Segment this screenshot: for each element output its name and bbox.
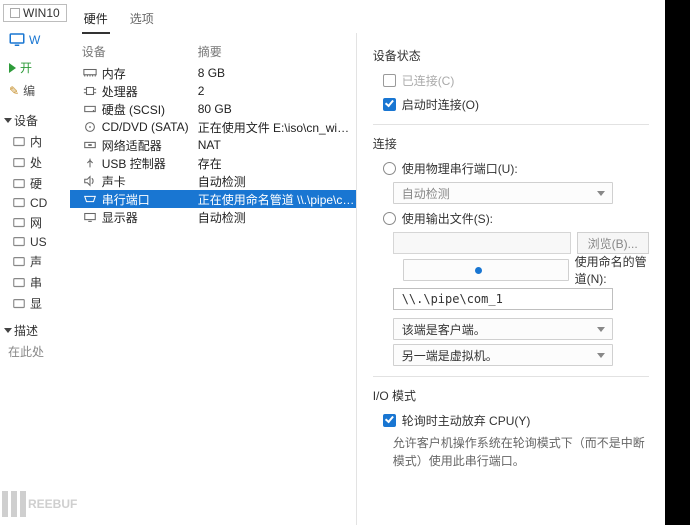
- chevron-down-icon: [597, 353, 605, 358]
- checkbox-icon: [383, 74, 396, 87]
- description-section-label: 描述: [14, 322, 38, 339]
- nav-device-item[interactable]: 声: [0, 251, 70, 272]
- pipe-other-end-select[interactable]: 另一端是虚拟机。: [393, 344, 613, 366]
- radio-icon: [383, 162, 396, 175]
- disk-icon: [82, 102, 98, 116]
- connected-checkbox: 已连接(C): [383, 70, 649, 90]
- yield-cpu-checkbox[interactable]: 轮询时主动放弃 CPU(Y): [383, 410, 649, 430]
- io-mode-title: I/O 模式: [373, 387, 649, 404]
- radio-icon: [383, 212, 396, 225]
- sound-icon: [82, 174, 98, 188]
- serial-icon: [82, 192, 98, 206]
- nav-device-item[interactable]: 内: [0, 131, 70, 152]
- memory-icon: [82, 66, 98, 80]
- display-icon: [82, 210, 98, 224]
- nav-device-item[interactable]: 硬: [0, 173, 70, 194]
- devices-section-header[interactable]: 设备: [0, 110, 70, 131]
- pipe-path-input[interactable]: [393, 288, 613, 310]
- net-icon: [82, 138, 98, 152]
- console-black-area: [665, 0, 690, 525]
- nav-device-item[interactable]: 处: [0, 152, 70, 173]
- monitor-icon: [8, 31, 26, 49]
- settings-dialog: 硬件 选项 设备 摘要 内存8 GB处理器2硬盘 (SCSI)80 GBCD/D…: [70, 0, 665, 525]
- pencil-icon: ✎: [9, 84, 19, 98]
- use-named-pipe-radio[interactable]: 使用命名的管道(N):: [383, 260, 649, 280]
- vm-outer-tab-label: WIN10: [23, 6, 60, 20]
- cpu-icon: [82, 84, 98, 98]
- edit-settings-action[interactable]: ✎ 编: [3, 79, 67, 102]
- tab-glyph-icon: [10, 8, 20, 18]
- checkbox-checked-icon: [383, 98, 396, 111]
- checkbox-checked-icon: [383, 414, 396, 427]
- app-left-strip: WIN10 W 开 ✎ 编 设备 内处硬CD网US声串显: [0, 0, 70, 525]
- usb-icon: [82, 156, 98, 170]
- nav-device-item[interactable]: CD: [0, 194, 70, 212]
- edit-settings-label: 编: [23, 82, 35, 99]
- device-row[interactable]: 声卡自动检测: [70, 172, 356, 190]
- power-on-label: 开: [20, 59, 32, 76]
- browse-button: 浏览(B)...: [577, 232, 649, 254]
- nav-device-item[interactable]: 网: [0, 212, 70, 233]
- vm-inner-tab[interactable]: W: [4, 28, 44, 52]
- device-row[interactable]: 串行端口正在使用命名管道 \\.\pipe\co...: [70, 190, 356, 208]
- caret-down-icon: [4, 118, 12, 123]
- devices-section-label: 设备: [14, 112, 38, 129]
- use-physical-radio[interactable]: 使用物理串行端口(U):: [383, 158, 649, 178]
- cd-icon: [82, 120, 98, 134]
- nav-device-item[interactable]: US: [0, 233, 70, 251]
- device-row[interactable]: USB 控制器存在: [70, 154, 356, 172]
- caret-down-icon: [4, 328, 12, 333]
- use-output-file-radio[interactable]: 使用输出文件(S):: [383, 208, 649, 228]
- nav-device-item[interactable]: 显: [0, 293, 70, 314]
- pipe-end-select[interactable]: 该端是客户端。: [393, 318, 613, 340]
- device-row[interactable]: 网络适配器NAT: [70, 136, 356, 154]
- tab-hardware[interactable]: 硬件: [82, 6, 110, 33]
- col-device: 设备: [82, 43, 198, 60]
- play-icon: [9, 63, 16, 73]
- vm-outer-tab[interactable]: WIN10: [3, 4, 67, 22]
- nav-device-item[interactable]: 串: [0, 272, 70, 293]
- device-row[interactable]: CD/DVD (SATA)正在使用文件 E:\iso\cn_wind...: [70, 118, 356, 136]
- description-section-header[interactable]: 描述: [0, 320, 70, 341]
- device-status-title: 设备状态: [373, 47, 649, 64]
- device-row[interactable]: 内存8 GB: [70, 64, 356, 82]
- physical-port-select: 自动检测: [393, 182, 613, 204]
- device-row[interactable]: 处理器2: [70, 82, 356, 100]
- connect-at-poweron-checkbox[interactable]: 启动时连接(O): [383, 94, 649, 114]
- yield-cpu-help: 允许客户机操作系统在轮询模式下（而不是中断模式）使用此串行端口。: [393, 434, 649, 470]
- chevron-down-icon: [597, 327, 605, 332]
- col-summary: 摘要: [198, 43, 222, 60]
- power-on-action[interactable]: 开: [3, 56, 67, 79]
- device-row[interactable]: 显示器自动检测: [70, 208, 356, 226]
- device-settings-panel: 设备状态 已连接(C) 启动时连接(O) 连接 使用物理串行端口(U): 自动检…: [356, 33, 665, 525]
- tab-options[interactable]: 选项: [128, 6, 156, 33]
- chevron-down-icon: [597, 191, 605, 196]
- output-file-field: [393, 232, 571, 254]
- vm-inner-tab-label: W: [29, 33, 40, 47]
- radio-selected-icon: [403, 259, 569, 281]
- watermark: REEBUF: [2, 491, 77, 517]
- description-text: 在此处: [0, 341, 70, 362]
- device-list: 设备 摘要 内存8 GB处理器2硬盘 (SCSI)80 GBCD/DVD (SA…: [70, 33, 356, 525]
- device-row[interactable]: 硬盘 (SCSI)80 GB: [70, 100, 356, 118]
- connection-title: 连接: [373, 135, 649, 152]
